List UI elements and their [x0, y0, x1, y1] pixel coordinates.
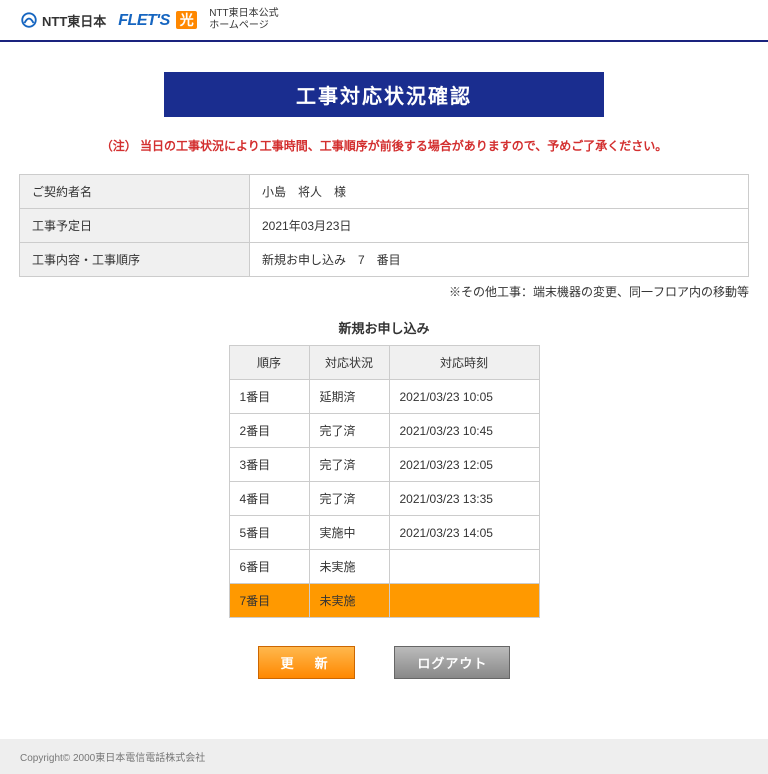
status-header-status: 対応状況 [309, 346, 389, 380]
header-sub-line2: ホームページ [209, 20, 269, 31]
flets-logo: FLET'S 光 [118, 10, 197, 30]
ntt-logo-text: NTT東日本 [42, 11, 106, 30]
notice-text: （注） 当日の工事状況により工事時間、工事順序が前後する場合がありますので、予め… [10, 137, 758, 154]
cell-order: 1番目 [229, 380, 309, 414]
cell-status: 完了済 [309, 448, 389, 482]
cell-status: 延期済 [309, 380, 389, 414]
cell-time [389, 550, 539, 584]
section-title: 新規お申し込み [10, 318, 758, 337]
table-row: 2番目完了済2021/03/23 10:45 [229, 414, 539, 448]
sub-note: ※その他工事：端末機器の変更、同一フロア内の移動等 [19, 283, 749, 300]
info-row-content: 工事内容・工事順序 新規お申し込み 7 番目 [20, 243, 749, 277]
flets-text: FLET'S [118, 12, 169, 29]
hikari-badge: 光 [176, 11, 198, 29]
header-subtitle: NTT東日本公式 ホームページ [209, 8, 278, 32]
cell-time: 2021/03/23 13:35 [389, 482, 539, 516]
button-row: 更 新 ログアウト [10, 646, 758, 679]
status-table: 順序 対応状況 対応時刻 1番目延期済2021/03/23 10:052番目完了… [229, 345, 540, 618]
header: NTT東日本 FLET'S 光 NTT東日本公式 ホームページ [0, 0, 768, 42]
info-value-content: 新規お申し込み 7 番目 [250, 243, 749, 277]
cell-status: 未実施 [309, 584, 389, 618]
cell-status: 完了済 [309, 482, 389, 516]
status-header-order: 順序 [229, 346, 309, 380]
table-row: 7番目未実施 [229, 584, 539, 618]
table-row: 3番目完了済2021/03/23 12:05 [229, 448, 539, 482]
status-header-time: 対応時刻 [389, 346, 539, 380]
cell-order: 3番目 [229, 448, 309, 482]
logout-button[interactable]: ログアウト [394, 646, 510, 679]
info-table: ご契約者名 小島 将人 様 工事予定日 2021年03月23日 工事内容・工事順… [19, 174, 749, 277]
table-row: 6番目未実施 [229, 550, 539, 584]
cell-status: 完了済 [309, 414, 389, 448]
info-label-content: 工事内容・工事順序 [20, 243, 250, 277]
cell-order: 5番目 [229, 516, 309, 550]
table-row: 4番目完了済2021/03/23 13:35 [229, 482, 539, 516]
cell-status: 未実施 [309, 550, 389, 584]
cell-status: 実施中 [309, 516, 389, 550]
footer-copyright: Copyright© 2000東日本電信電話株式会社 [0, 739, 768, 774]
cell-order: 2番目 [229, 414, 309, 448]
header-sub-line1: NTT東日本公式 [209, 8, 278, 19]
cell-order: 7番目 [229, 584, 309, 618]
cell-time: 2021/03/23 10:05 [389, 380, 539, 414]
ntt-logo-icon [20, 11, 38, 29]
info-label-customer: ご契約者名 [20, 175, 250, 209]
page-title: 工事対応状況確認 [164, 72, 604, 117]
info-row-date: 工事予定日 2021年03月23日 [20, 209, 749, 243]
cell-order: 4番目 [229, 482, 309, 516]
table-row: 1番目延期済2021/03/23 10:05 [229, 380, 539, 414]
info-row-customer: ご契約者名 小島 将人 様 [20, 175, 749, 209]
cell-order: 6番目 [229, 550, 309, 584]
cell-time: 2021/03/23 14:05 [389, 516, 539, 550]
info-value-date: 2021年03月23日 [250, 209, 749, 243]
info-label-date: 工事予定日 [20, 209, 250, 243]
ntt-logo: NTT東日本 [20, 11, 106, 30]
info-value-customer: 小島 将人 様 [250, 175, 749, 209]
cell-time [389, 584, 539, 618]
cell-time: 2021/03/23 12:05 [389, 448, 539, 482]
refresh-button[interactable]: 更 新 [258, 646, 355, 679]
cell-time: 2021/03/23 10:45 [389, 414, 539, 448]
table-row: 5番目実施中2021/03/23 14:05 [229, 516, 539, 550]
